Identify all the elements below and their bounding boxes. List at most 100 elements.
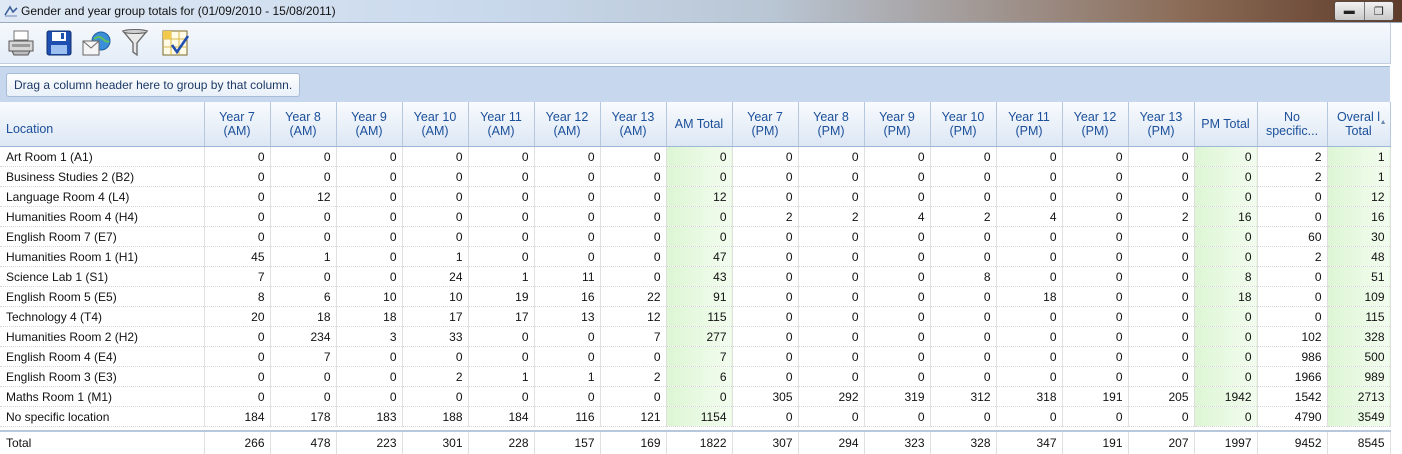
value-cell: 188 (402, 407, 468, 427)
value-cell: 0 (996, 307, 1062, 327)
column-header-overall-total[interactable]: Overal l Total▲ (1327, 102, 1390, 147)
column-header-year10-pm[interactable]: Year 10 (PM) (930, 102, 996, 147)
value-cell: 0 (930, 227, 996, 247)
value-cell: 0 (798, 187, 864, 207)
table-row[interactable]: Science Lab 1 (S1)7002411104300080008051 (0, 267, 1390, 287)
column-header-year13-pm[interactable]: Year 13 (PM) (1128, 102, 1194, 147)
value-cell: 16 (534, 287, 600, 307)
location-cell: Art Room 1 (A1) (0, 147, 204, 167)
table-row[interactable]: No specific location18417818318818411612… (0, 407, 1390, 427)
value-cell: 0 (1128, 407, 1194, 427)
column-header-year7-pm[interactable]: Year 7 (PM) (732, 102, 798, 147)
group-by-panel[interactable]: Drag a column header here to group by th… (0, 66, 1390, 103)
value-cell: 0 (732, 367, 798, 387)
location-cell: Maths Room 1 (M1) (0, 387, 204, 407)
value-cell: 0 (930, 347, 996, 367)
value-cell: 0 (732, 187, 798, 207)
totals-row[interactable]: Total26647822330122815716918223072943233… (0, 431, 1390, 454)
value-cell: 0 (336, 147, 402, 167)
column-header-location[interactable]: Location (0, 102, 204, 147)
maximize-button[interactable]: ❐ (1364, 2, 1394, 20)
table-row[interactable]: Art Room 1 (A1)000000000000000021 (0, 147, 1390, 167)
column-header-year8-pm[interactable]: Year 8 (PM) (798, 102, 864, 147)
value-cell: 0 (996, 347, 1062, 367)
value-cell: 0 (666, 167, 732, 187)
value-cell: 0 (1128, 227, 1194, 247)
value-cell: 0 (864, 407, 930, 427)
value-cell: 1942 (1194, 387, 1257, 407)
email-button[interactable] (80, 27, 114, 59)
value-cell: 347 (996, 431, 1062, 454)
window-edge (1391, 23, 1402, 441)
value-cell: 0 (204, 187, 270, 207)
value-cell: 1 (402, 247, 468, 267)
value-cell: 0 (798, 407, 864, 427)
location-cell: Business Studies 2 (B2) (0, 167, 204, 187)
print-button[interactable] (4, 27, 38, 59)
table-row[interactable]: Humanities Room 1 (H1)451010004700000000… (0, 247, 1390, 267)
value-cell: 0 (1062, 167, 1128, 187)
value-cell: 0 (996, 167, 1062, 187)
column-header-year12-am[interactable]: Year 12 (AM) (534, 102, 600, 147)
value-cell: 0 (996, 227, 1062, 247)
save-button[interactable] (42, 27, 76, 59)
column-header-year13-am[interactable]: Year 13 (AM) (600, 102, 666, 147)
value-cell: 0 (402, 187, 468, 207)
value-cell: 1542 (1257, 387, 1327, 407)
value-cell: 11 (534, 267, 600, 287)
value-cell: 0 (204, 347, 270, 367)
table-row[interactable]: Business Studies 2 (B2)00000000000000002… (0, 167, 1390, 187)
value-cell: 7 (666, 347, 732, 367)
table-row[interactable]: Language Room 4 (L4)01200000120000000001… (0, 187, 1390, 207)
table-row[interactable]: Maths Room 1 (M1)00000000305292319312318… (0, 387, 1390, 407)
value-cell: 0 (732, 227, 798, 247)
column-header-year9-am[interactable]: Year 9 (AM) (336, 102, 402, 147)
value-cell: 312 (930, 387, 996, 407)
table-row[interactable]: English Room 4 (E4)070000070000000098650… (0, 347, 1390, 367)
value-cell: 0 (336, 367, 402, 387)
value-cell: 0 (798, 327, 864, 347)
column-header-no-specific[interactable]: No specific... (1257, 102, 1327, 147)
column-header-year10-am[interactable]: Year 10 (AM) (402, 102, 468, 147)
value-cell: 0 (1062, 227, 1128, 247)
value-cell: 191 (1062, 387, 1128, 407)
value-cell: 0 (732, 287, 798, 307)
column-header-year8-am[interactable]: Year 8 (AM) (270, 102, 336, 147)
value-cell: 0 (1062, 407, 1128, 427)
column-header-year7-am[interactable]: Year 7 (AM) (204, 102, 270, 147)
choose-columns-button[interactable] (158, 27, 192, 59)
column-header-year11-am[interactable]: Year 11 (AM) (468, 102, 534, 147)
value-cell: 0 (204, 387, 270, 407)
table-row[interactable]: English Room 7 (E7)00000000000000006030 (0, 227, 1390, 247)
grid-checkbox-icon (160, 28, 190, 58)
filter-button[interactable] (118, 27, 152, 59)
value-cell: 115 (666, 307, 732, 327)
value-cell: 0 (270, 147, 336, 167)
column-header-year12-pm[interactable]: Year 12 (PM) (1062, 102, 1128, 147)
location-cell: English Room 4 (E4) (0, 347, 204, 367)
value-cell: 294 (798, 431, 864, 454)
value-cell: 18 (1194, 287, 1257, 307)
value-cell: 2 (1257, 247, 1327, 267)
table-row[interactable]: English Room 5 (E5)861010191622910000180… (0, 287, 1390, 307)
value-cell: 0 (864, 267, 930, 287)
column-header-pm-total[interactable]: PM Total (1194, 102, 1257, 147)
column-header-am-total[interactable]: AM Total (666, 102, 732, 147)
value-cell: 0 (732, 147, 798, 167)
value-cell: 16 (1194, 207, 1257, 227)
grid-body: Art Room 1 (A1)000000000000000021Busines… (0, 147, 1390, 454)
minimize-button[interactable]: ▬ (1335, 2, 1364, 20)
table-row[interactable]: Technology 4 (T4)20181817171312115000000… (0, 307, 1390, 327)
value-cell: 0 (402, 387, 468, 407)
value-cell: 0 (798, 247, 864, 267)
table-row[interactable]: English Room 3 (E3)000211260000000019669… (0, 367, 1390, 387)
value-cell: 0 (1194, 347, 1257, 367)
column-header-year9-pm[interactable]: Year 9 (PM) (864, 102, 930, 147)
value-cell: 1 (1327, 147, 1390, 167)
value-cell: 0 (534, 147, 600, 167)
table-row[interactable]: Humanities Room 2 (H2)023433300727700000… (0, 327, 1390, 347)
value-cell: 3 (336, 327, 402, 347)
value-cell: 0 (1194, 167, 1257, 187)
column-header-year11-pm[interactable]: Year 11 (PM) (996, 102, 1062, 147)
table-row[interactable]: Humanities Room 4 (H4)000000002242402160… (0, 207, 1390, 227)
